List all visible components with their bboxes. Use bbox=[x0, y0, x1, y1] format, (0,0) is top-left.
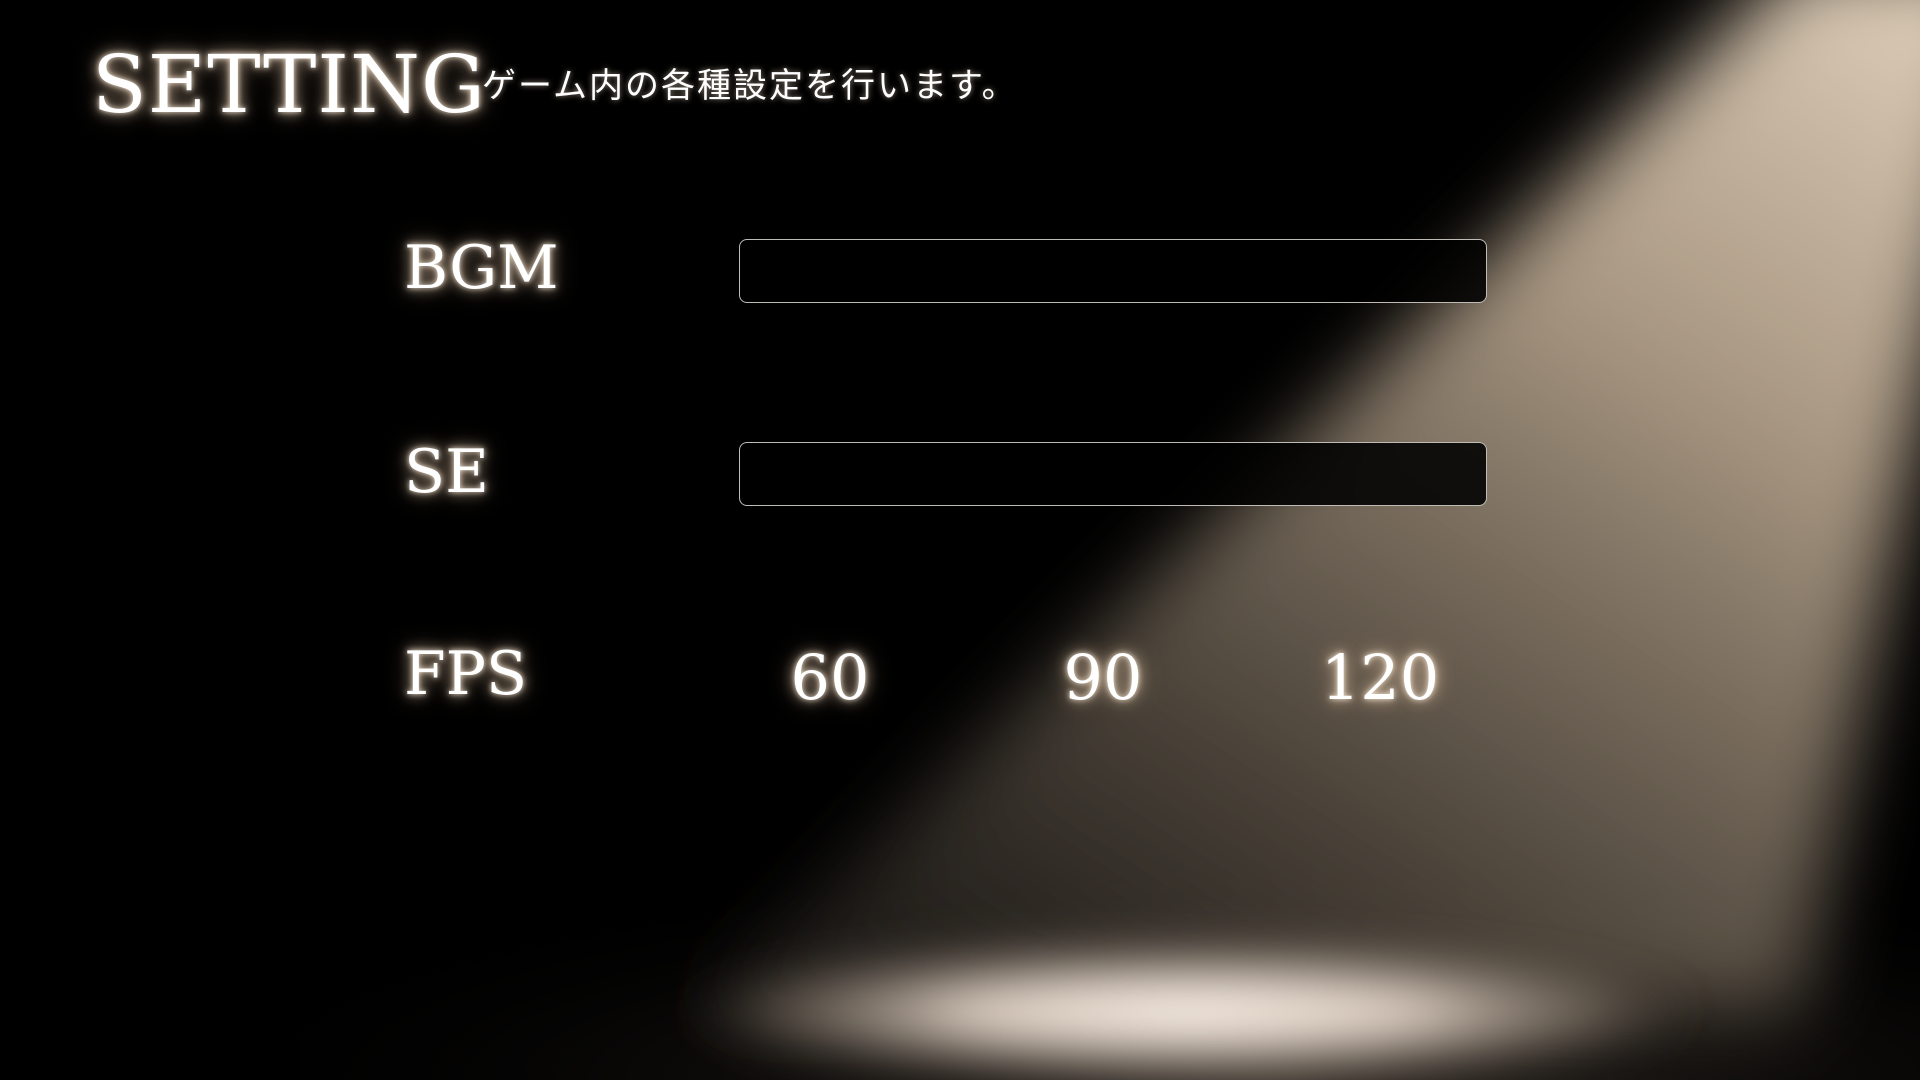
fps-option-60[interactable]: 60 bbox=[770, 638, 890, 718]
se-label: SE bbox=[404, 437, 489, 507]
page-title: SETTING bbox=[92, 38, 486, 131]
fps-label: FPS bbox=[404, 639, 528, 709]
fps-option-90[interactable]: 90 bbox=[1043, 638, 1163, 718]
fps-option-120[interactable]: 120 bbox=[1300, 638, 1460, 718]
bgm-label: BGM bbox=[404, 233, 559, 303]
se-volume-slider[interactable] bbox=[739, 442, 1487, 506]
bgm-volume-slider[interactable] bbox=[739, 239, 1487, 303]
settings-screen: SETTING ゲーム内の各種設定を行います。 BGM SE FPS 60 90… bbox=[0, 0, 1920, 1080]
spotlight-background bbox=[0, 0, 1920, 1080]
page-description: ゲーム内の各種設定を行います。 bbox=[482, 66, 1018, 106]
